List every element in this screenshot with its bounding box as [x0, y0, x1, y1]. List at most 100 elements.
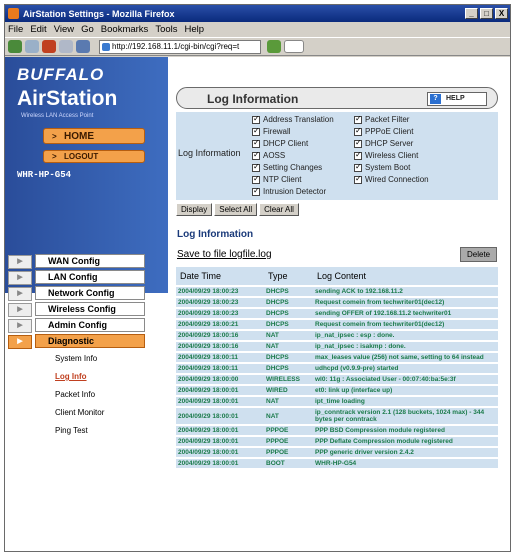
- forward-icon[interactable]: [25, 40, 39, 53]
- log-datetime: 2004/09/29 18:00:01: [176, 397, 264, 406]
- checkbox-icon[interactable]: [354, 126, 362, 136]
- clear-all-button[interactable]: Clear All: [259, 203, 299, 216]
- log-content: ipt_time loading: [313, 397, 498, 406]
- checkbox-icon[interactable]: [252, 126, 260, 136]
- address-bar[interactable]: http://192.168.11.1/cgi-bin/cgi?req=t: [99, 39, 261, 54]
- subnav-ping-test[interactable]: Ping Test: [55, 426, 88, 435]
- minimize-button[interactable]: _: [465, 8, 478, 19]
- delete-button[interactable]: Delete: [460, 247, 498, 262]
- filter-aoss[interactable]: AOSS: [252, 150, 286, 160]
- filter-pppoe-client[interactable]: PPPoE Client: [354, 126, 413, 136]
- log-content: ip_nat_ipsec : esp : done.: [313, 331, 498, 340]
- menu-item-view[interactable]: View: [54, 24, 74, 35]
- nav-item-wan-config[interactable]: ▶ WAN Config: [8, 254, 145, 269]
- filter-label: Firewall: [263, 127, 291, 136]
- checkbox-icon[interactable]: [252, 174, 260, 184]
- filter-dhcp-client[interactable]: DHCP Client: [252, 138, 308, 148]
- filter-actions: Display Select All Clear All: [176, 203, 299, 216]
- home-button[interactable]: > HOME: [43, 128, 145, 144]
- go-icon[interactable]: [267, 40, 281, 53]
- filter-system-boot[interactable]: System Boot: [354, 162, 411, 172]
- checkbox-icon[interactable]: [252, 150, 260, 160]
- save-to-file-link[interactable]: Save to file logfile.log: [177, 249, 272, 260]
- menu-item-go[interactable]: Go: [81, 24, 94, 35]
- log-type: NAT: [264, 397, 313, 406]
- nav-item-wireless-config[interactable]: ▶ Wireless Config: [8, 302, 145, 317]
- checkbox-icon[interactable]: [354, 174, 362, 184]
- filter-intrusion-detector[interactable]: Intrusion Detector: [252, 186, 326, 196]
- subnav-system-info[interactable]: System Info: [55, 354, 97, 363]
- log-type: DHCPS: [264, 309, 313, 318]
- log-datetime: 2004/09/29 18:00:11: [176, 364, 264, 373]
- main-panel: Log Information HELP Log Information Add…: [168, 57, 510, 551]
- log-datetime: 2004/09/29 18:00:01: [176, 408, 264, 424]
- table-row: 2004/09/29 18:00:11 DHCPS max_leases value…: [176, 353, 498, 362]
- log-type: PPPOE: [264, 426, 313, 435]
- stop-icon[interactable]: [59, 40, 73, 53]
- filter-firewall[interactable]: Firewall: [252, 126, 291, 136]
- menu-item-bookmarks[interactable]: Bookmarks: [101, 24, 149, 35]
- table-row: 2004/09/29 18:00:01 BOOT WHR-HP-G54: [176, 459, 498, 468]
- log-type: NAT: [264, 408, 313, 424]
- checkbox-icon[interactable]: [252, 138, 260, 148]
- close-button[interactable]: X: [495, 8, 508, 19]
- reload-icon[interactable]: [42, 40, 56, 53]
- checkbox-icon[interactable]: [354, 114, 362, 124]
- filter-wired-connection[interactable]: Wired Connection: [354, 174, 429, 184]
- home-label: HOME: [64, 130, 94, 142]
- nav-item-network-config[interactable]: ▶ Network Config: [8, 286, 145, 301]
- menu-item-help[interactable]: Help: [185, 24, 205, 35]
- filter-setting-changes[interactable]: Setting Changes: [252, 162, 322, 172]
- maximize-button[interactable]: □: [480, 8, 493, 19]
- log-content: PPP BSD Compression module registered: [313, 426, 498, 435]
- table-row: 2004/09/29 18:00:23 DHCPS sending OFFER of…: [176, 309, 498, 318]
- subnav-log-info[interactable]: Log Info: [55, 372, 87, 381]
- sidebar: BUFFALO AirStation Wireless LAN Access P…: [5, 57, 168, 551]
- nav-item-label: WAN Config: [48, 256, 100, 266]
- log-content: max_leases value (256) not same, setting…: [313, 353, 498, 362]
- filter-label: NTP Client: [263, 175, 302, 184]
- nav-item-diagnostic[interactable]: ▶ Diagnostic: [8, 334, 145, 349]
- log-datetime: 2004/09/29 18:00:01: [176, 448, 264, 457]
- checkbox-icon[interactable]: [252, 186, 260, 196]
- filter-wireless-client[interactable]: Wireless Client: [354, 150, 418, 160]
- logout-button[interactable]: > LOGOUT: [43, 150, 145, 163]
- table-row: 2004/09/29 18:00:11 DHCPS udhcpd (v0.9.9-p…: [176, 364, 498, 373]
- airstation-logo: AirStation: [17, 87, 118, 110]
- menu-item-file[interactable]: File: [8, 24, 23, 35]
- table-row: 2004/09/29 18:00:23 DHCPS sending ACK to 1…: [176, 287, 498, 296]
- back-icon[interactable]: [8, 40, 22, 53]
- title-bar: AirStation Settings - Mozilla Firefox _ …: [5, 5, 510, 22]
- subnav-packet-info[interactable]: Packet Info: [55, 390, 95, 399]
- log-datetime: 2004/09/29 18:00:01: [176, 386, 264, 395]
- window-title: AirStation Settings - Mozilla Firefox: [23, 8, 175, 19]
- filter-packet-filter[interactable]: Packet Filter: [354, 114, 409, 124]
- chevron-right-icon: ▶: [8, 303, 32, 317]
- checkbox-icon[interactable]: [354, 150, 362, 160]
- checkbox-icon[interactable]: [354, 138, 362, 148]
- home-icon[interactable]: [76, 40, 90, 53]
- nav-item-label: Diagnostic: [48, 336, 95, 346]
- checkbox-icon[interactable]: [252, 114, 260, 124]
- filter-label: AOSS: [263, 151, 286, 160]
- filter-address-translation[interactable]: Address Translation: [252, 114, 334, 124]
- nav-item-lan-config[interactable]: ▶ LAN Config: [8, 270, 145, 285]
- search-input[interactable]: [284, 40, 304, 53]
- checkbox-icon[interactable]: [252, 162, 260, 172]
- display-button[interactable]: Display: [176, 203, 213, 216]
- page-content: BUFFALO AirStation Wireless LAN Access P…: [5, 57, 510, 551]
- nav-item-label: Network Config: [48, 288, 115, 298]
- help-button[interactable]: HELP: [427, 92, 487, 106]
- select-all-button[interactable]: Select All: [214, 203, 258, 216]
- nav-item-admin-config[interactable]: ▶ Admin Config: [8, 318, 145, 333]
- filter-dhcp-server[interactable]: DHCP Server: [354, 138, 413, 148]
- chevron-right-icon: ▶: [8, 287, 32, 301]
- subnav-client-monitor[interactable]: Client Monitor: [55, 408, 104, 417]
- filter-ntp-client[interactable]: NTP Client: [252, 174, 302, 184]
- log-type: WIRED: [264, 386, 313, 395]
- checkbox-icon[interactable]: [354, 162, 362, 172]
- filter-label: System Boot: [365, 163, 411, 172]
- menu-item-tools[interactable]: Tools: [155, 24, 177, 35]
- log-type: PPPOE: [264, 448, 313, 457]
- menu-item-edit[interactable]: Edit: [30, 24, 46, 35]
